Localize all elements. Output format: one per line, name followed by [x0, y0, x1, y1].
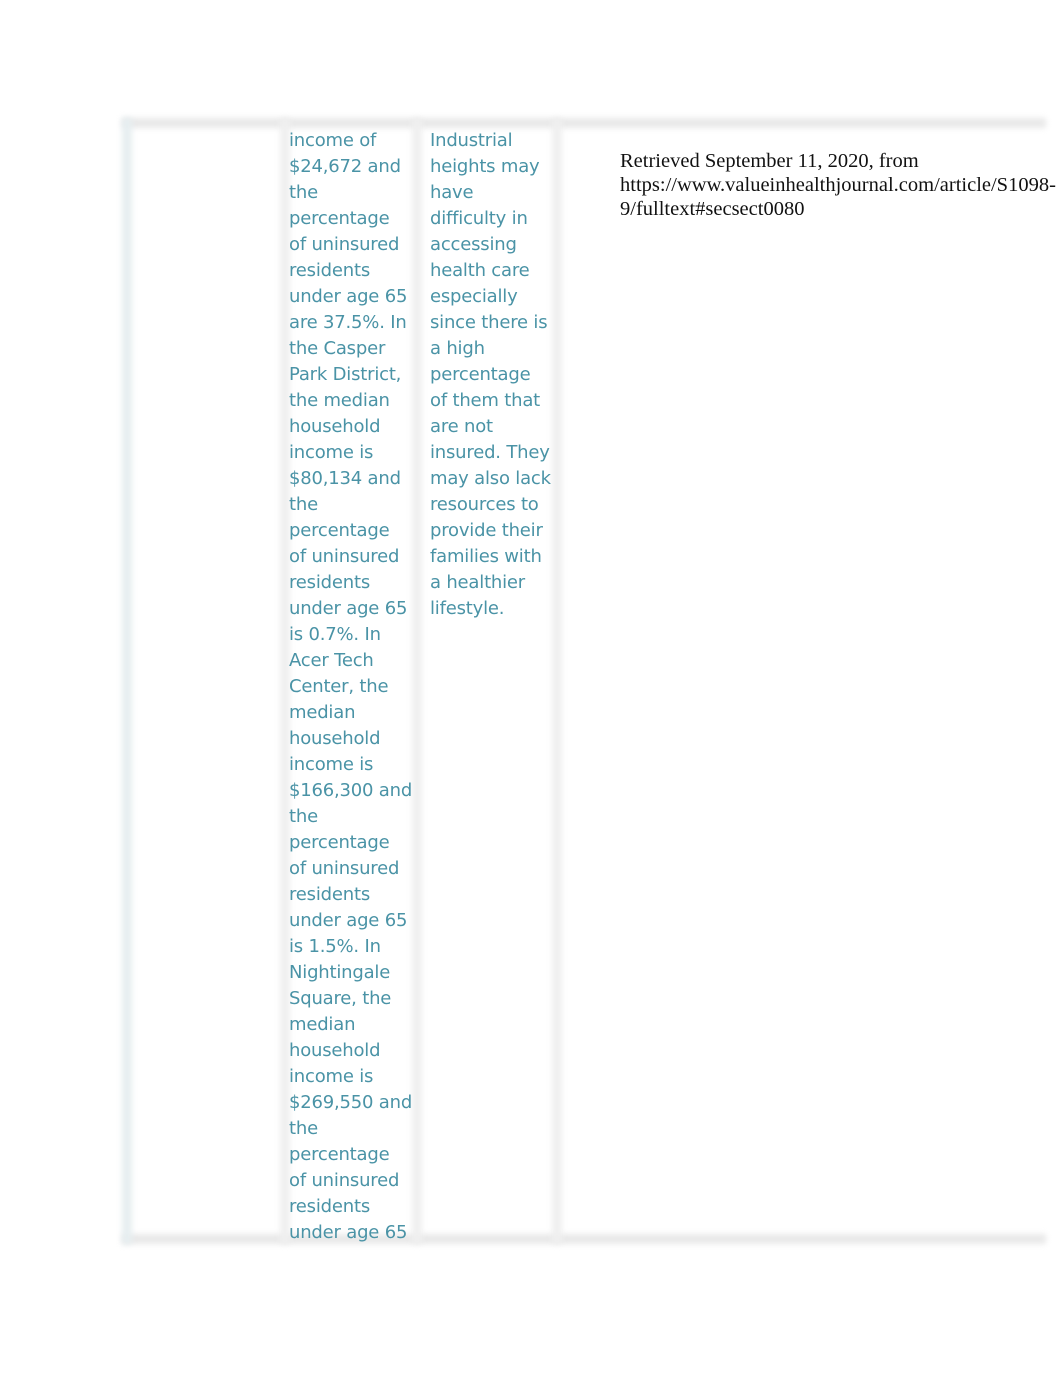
description-text-line: residents	[289, 260, 371, 281]
description-text-line: the	[289, 806, 318, 827]
description-text-line: $166,300 and	[289, 780, 413, 801]
impact-text-line: lifestyle.	[430, 598, 505, 619]
impact-text-line: percentage	[430, 364, 531, 385]
table-cell-impact: Industrial heights may have difficulty in ac…	[430, 128, 556, 622]
description-text-line: percentage	[289, 520, 390, 541]
description-text-line: residents	[289, 884, 371, 905]
description-text-line: residents	[289, 572, 371, 593]
description-text-line: $80,134 and	[289, 468, 401, 489]
table-border-left	[122, 118, 132, 1244]
impact-text-line: families with	[430, 546, 542, 567]
impact-text-line: health care	[430, 260, 530, 281]
description-text-line: of uninsured	[289, 858, 400, 879]
description-text-line: median	[289, 702, 356, 723]
table-border-top	[122, 118, 1046, 128]
impact-text-line: have	[430, 182, 474, 203]
description-text-line: median	[289, 1014, 356, 1035]
description-text-line: Square, the	[289, 988, 392, 1009]
impact-text-line: heights may	[430, 156, 540, 177]
impact-text-line: insured. They	[430, 442, 550, 463]
impact-text-line: difficulty in	[430, 208, 528, 229]
impact-text-line: since there is	[430, 312, 548, 333]
column-divider-2	[412, 118, 422, 1244]
description-text-line: Center, the	[289, 676, 389, 697]
reference-url-line-2[interactable]: 9/fulltext#secsect0080	[620, 197, 1060, 221]
description-text-line: is 0.7%. In	[289, 624, 381, 645]
description-text-line: under age 65	[289, 1222, 408, 1243]
impact-text-line: Industrial	[430, 130, 513, 151]
description-text-line: percentage	[289, 208, 390, 229]
description-text-line: are 37.5%. In	[289, 312, 407, 333]
impact-text-line: of them that	[430, 390, 541, 411]
description-text-line: of uninsured	[289, 546, 400, 567]
description-text-line: Nightingale	[289, 962, 391, 983]
impact-text-line: especially	[430, 286, 518, 307]
description-text-line: residents	[289, 1196, 371, 1217]
description-text-line: household	[289, 728, 381, 749]
table-border-bottom	[122, 1234, 1046, 1244]
description-text-line: the Casper	[289, 338, 386, 359]
description-text-line: household	[289, 416, 381, 437]
impact-text-line: a healthier	[430, 572, 526, 593]
description-text-line: income of	[289, 130, 377, 151]
table-cell-reference: Retrieved September 11, 2020, from https…	[620, 149, 1060, 221]
impact-text-line: accessing	[430, 234, 517, 255]
reference-retrieved-line: Retrieved September 11, 2020, from	[620, 150, 919, 172]
impact-text-line: provide their	[430, 520, 543, 541]
table-cell-description: income of $24,672 and the percentage of unin…	[289, 128, 413, 1246]
data-table: income of $24,672 and the percentage of unin…	[122, 118, 1062, 1248]
description-text-line: $269,550 and	[289, 1092, 413, 1113]
impact-text-line: may also lack	[430, 468, 551, 489]
impact-text-line: resources to	[430, 494, 539, 515]
impact-text-line: a high	[430, 338, 485, 359]
description-text-line: percentage	[289, 832, 390, 853]
description-text-line: income is	[289, 1066, 374, 1087]
description-text-line: income is	[289, 754, 374, 775]
description-text-line: percentage	[289, 1144, 390, 1165]
description-text-line: the	[289, 1118, 318, 1139]
description-text-line: the median	[289, 390, 390, 411]
reference-url-line-1[interactable]: https://www.valueinhealthjournal.com/art…	[620, 173, 1060, 197]
description-text-line: of uninsured	[289, 234, 400, 255]
description-text-line: under age 65	[289, 286, 408, 307]
description-text-line: the	[289, 182, 318, 203]
impact-text-line: are not	[430, 416, 493, 437]
description-text-line: Park District,	[289, 364, 402, 385]
description-text-line: of uninsured	[289, 1170, 400, 1191]
description-text-line: household	[289, 1040, 381, 1061]
description-text-line: under age 65	[289, 910, 408, 931]
description-text-line: the	[289, 494, 318, 515]
description-text-line: Acer Tech	[289, 650, 374, 671]
description-text-line: under age 65	[289, 598, 408, 619]
description-text-line: income is	[289, 442, 374, 463]
description-text-line: is 1.5%. In	[289, 936, 381, 957]
description-text-line: $24,672 and	[289, 156, 401, 177]
